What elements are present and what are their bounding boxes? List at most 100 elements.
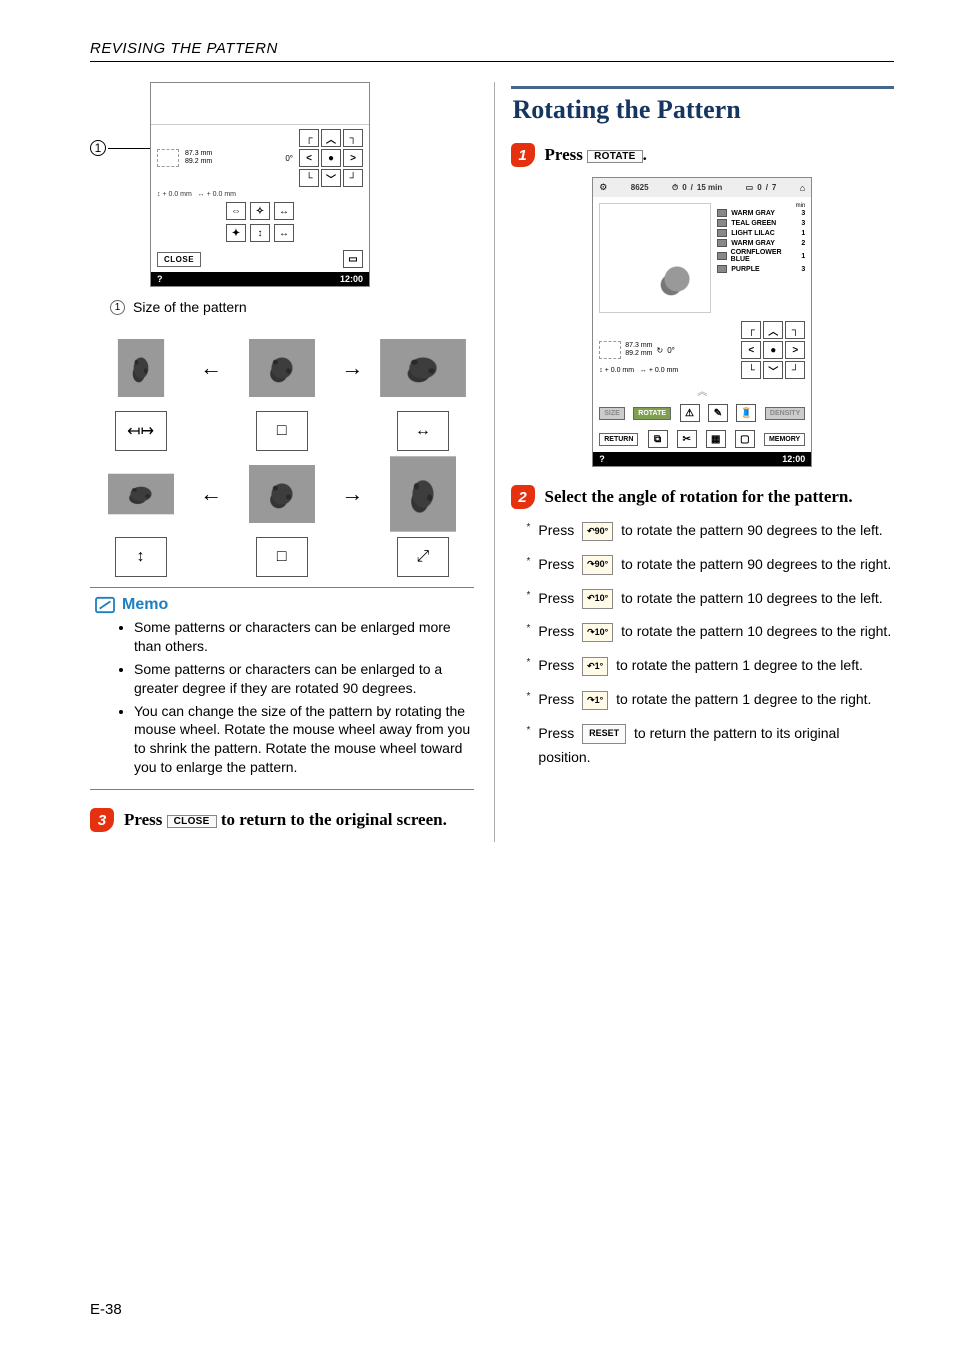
hoop-button[interactable]: ▭ [343,250,363,268]
thread-row: CORNFLOWER BLUE1 [717,249,805,263]
return-button[interactable]: RETURN [599,433,638,446]
pattern-thumb [117,339,163,397]
corner-tl-button[interactable]: ┌ [299,129,319,147]
arrow-left-button[interactable]: < [299,149,319,167]
bullet-star: * [527,688,531,712]
rot-post: to rotate the pattern 10 degrees to the … [617,623,891,639]
memory-button[interactable]: MEMORY [764,433,805,446]
rotate-inline-button[interactable]: ROTATE [587,150,642,163]
rotation-item: * Press ↷1° to rotate the pattern 1 degre… [527,688,895,712]
enlarge-all-button[interactable]: ✦ [226,224,246,242]
thread-min: 3 [801,220,805,227]
arrow-left-icon: ← [200,355,222,381]
baste-button[interactable]: ▦ [706,430,726,448]
rot-post: to rotate the pattern 1 degree to the ri… [612,691,871,707]
rot-post: to rotate the pattern 90 degrees to the … [617,556,891,572]
shrink-h-button[interactable]: ⇔ [226,202,246,220]
help-icon: ? [599,454,605,464]
color-cur: 0 [757,183,761,192]
thread-min: 1 [801,253,805,260]
corner-br-button[interactable]: ┘ [343,169,363,187]
thread-row: WARM GRAY3 [717,209,805,217]
shrink-all-button[interactable]: ✧ [250,202,270,220]
thread-swatch [717,239,727,247]
step2-text: Select the angle of rotation for the pat… [545,487,853,507]
memo-item: You can change the size of the pattern b… [134,702,474,778]
center-button[interactable]: ● [763,341,783,359]
size-button[interactable]: SIZE [599,407,625,420]
bullet-star: * [527,620,531,644]
lcd2-offh: 0.0 mm [655,367,678,374]
thread-button[interactable]: 🧵 [736,404,756,422]
callout-number-1: 1 [90,140,106,156]
left-column: 1 87.3 mm 89.2 mm 0° ┌ ︿ [90,82,474,842]
color-total: 7 [772,183,776,192]
density-button[interactable]: DENSITY [765,407,805,420]
rotation-item: *Press ↶1° to rotate the pattern 1 degre… [527,654,895,678]
pattern-thumb [108,474,174,515]
rotate-option-button[interactable]: ↶10° [582,589,613,608]
rotation-item: *Press ↶10° to rotate the pattern 10 deg… [527,587,895,611]
corner-bl-button[interactable]: └ [741,361,761,379]
rotation-item: *Press RESET to return the pattern to it… [527,722,895,770]
memo-icon [94,596,116,614]
close-inline-button[interactable]: CLOSE [167,815,217,828]
pattern-thumb [249,465,315,523]
size-example-grid: ← → ↤↦ □ ↔ ← → ↕ □ ⤢ [90,339,474,577]
rot-pre: Press [538,691,578,707]
pattern-thumb [390,456,456,531]
arrow-right-button[interactable]: > [785,341,805,359]
edit-button[interactable]: ✎ [708,404,728,422]
arrow-down-button[interactable]: ﹀ [321,169,341,187]
rotation-item: *Press ↶90° to rotate the pattern 90 deg… [527,519,895,543]
arrow-left-button[interactable]: < [741,341,761,359]
stretch-button[interactable]: ↔ [274,224,294,242]
thread-name: LIGHT LILAC [731,230,775,237]
rotate-option-button[interactable]: ↷10° [582,623,613,642]
corner-tl-button[interactable]: ┌ [741,321,761,339]
rot-post: to rotate the pattern 10 degrees to the … [617,590,882,606]
thread-min: 3 [801,266,805,273]
rotate-option-button[interactable]: ↷90° [582,555,613,574]
offset-v: 0.0 mm [168,191,191,198]
shrink-v-button[interactable]: ↕ [250,224,270,242]
enlarge-h-button[interactable]: ↔ [274,202,294,220]
memo-item: Some patterns or characters can be enlar… [134,618,474,656]
corner-br-button[interactable]: ┘ [785,361,805,379]
thread-min: 3 [801,210,805,217]
hoop-select-button[interactable]: ▢ [735,430,755,448]
corner-tr-button[interactable]: ┐ [785,321,805,339]
center-button[interactable]: ● [321,149,341,167]
rotate-option-button[interactable]: ↶90° [582,522,613,541]
home-icon[interactable]: ⌂ [800,183,805,193]
corner-bl-button[interactable]: └ [299,169,319,187]
arrow-up-button[interactable]: ︿ [321,129,341,147]
bullet-star: * [527,654,531,678]
mirror-button[interactable]: ⚠ [680,404,700,422]
lcd2-angle: 0° [667,346,675,355]
corner-tr-button[interactable]: ┐ [343,129,363,147]
lcd-dims-h: 87.3 mm [185,150,212,157]
arrow-right-button[interactable]: > [343,149,363,167]
rotation-item: *Press ↷10° to rotate the pattern 10 deg… [527,620,895,644]
rotate-option-button[interactable]: RESET [582,724,626,743]
rotate-option-button[interactable]: ↶1° [582,657,608,676]
rot-pre: Press [538,522,578,538]
memo-title-text: Memo [122,596,168,614]
rotate-option-button[interactable]: ↷1° [582,691,608,710]
thread-cut-button[interactable]: ✂ [677,430,697,448]
thread-min: 2 [801,240,805,247]
rotate-button[interactable]: ROTATE [633,407,671,420]
step-number-2: 2 [511,485,535,509]
array-button[interactable]: ⧉ [648,430,668,448]
arrow-up-button[interactable]: ︿ [763,321,783,339]
bullet-star: * [527,519,531,543]
arrow-down-button[interactable]: ﹀ [763,361,783,379]
shrink-width-icon: ↤↦ [115,411,167,451]
collapse-icon[interactable]: ︽ [593,381,811,400]
pattern-thumb [249,339,315,397]
original-size-icon: □ [256,411,308,451]
step-number-1: 1 [511,143,535,167]
close-button[interactable]: CLOSE [157,252,201,267]
step3-text: Press CLOSE to return to the original sc… [124,810,447,830]
